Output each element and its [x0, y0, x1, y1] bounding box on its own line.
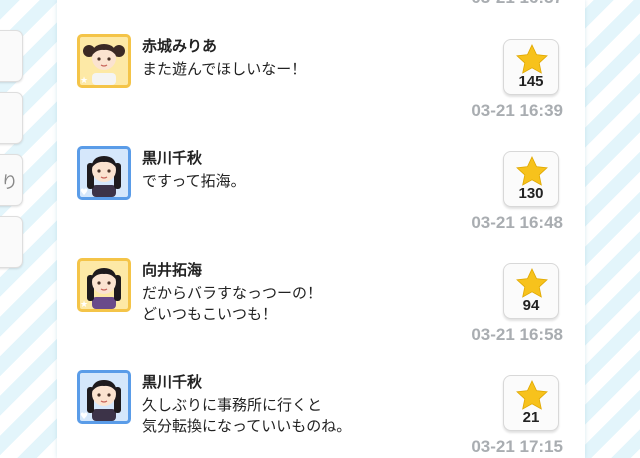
- side-tab-1[interactable]: [0, 30, 23, 82]
- idol-type-icon: ♥: [79, 412, 89, 422]
- like-count: 94: [522, 297, 540, 314]
- comment-message: また遊んでほしいなー！: [142, 59, 306, 80]
- comment-author-name: 黒川千秋: [142, 373, 203, 391]
- comment-timestamp: 03-21 16:39: [471, 101, 563, 120]
- side-tab-label: り: [1, 172, 18, 193]
- comment-message-line: 久しぶりに事務所に行くと: [142, 396, 323, 414]
- chiaki-avatar-icon[interactable]: ♥: [77, 370, 131, 424]
- comment-author-name: 赤城みりあ: [142, 37, 218, 55]
- comment-item: ★ 向井拓海だからバラすなっつーの！ どいつもこいつも！ 94 03-21 16:58: [57, 258, 585, 368]
- comment-message: だからバラすなっつーの！ どいつもこいつも！: [142, 283, 322, 325]
- side-tab-3[interactable]: り: [0, 154, 23, 206]
- side-tab-4[interactable]: [0, 216, 23, 268]
- comment-timestamp: 03-21 17:15: [471, 437, 563, 456]
- miria-avatar-icon[interactable]: ★: [77, 34, 131, 88]
- comment-timestamp: 03-21 16:58: [471, 325, 563, 344]
- comment-item: ♥ 黒川千秋ですって拓海。 130 03-21 16:48: [57, 146, 585, 256]
- idol-type-icon: ♥: [79, 188, 89, 198]
- like-button[interactable]: 21: [503, 375, 559, 431]
- chiaki-avatar-icon[interactable]: ♥: [77, 146, 131, 200]
- like-count: 145: [518, 73, 544, 90]
- comment-item: ★ 赤城みりあまた遊んでほしいなー！ 145 03-21 16:39: [57, 34, 585, 144]
- like-button[interactable]: 145: [503, 39, 559, 95]
- idol-type-icon: ★: [79, 76, 89, 86]
- comment-message: 久しぶりに事務所に行くと気分転換になっていいものね。: [142, 395, 351, 437]
- comment-message-line: どいつもこいつも！: [142, 305, 278, 323]
- comment-timestamp: 03-21 16:48: [471, 213, 563, 232]
- side-tab-2[interactable]: [0, 92, 23, 144]
- comment-message-line: 気分転換になっていいものね。: [142, 417, 352, 435]
- takumi-avatar-icon[interactable]: ★: [77, 258, 131, 312]
- comment-message-line: ですって拓海。: [142, 172, 246, 190]
- like-button[interactable]: 94: [503, 263, 559, 319]
- like-count: 21: [522, 409, 540, 426]
- side-tab-strip: り: [0, 0, 24, 458]
- comment-message: ですって拓海。: [142, 171, 246, 192]
- like-count: 130: [518, 185, 544, 202]
- previous-comment-timestamp: 03-21 16:37: [471, 0, 563, 8]
- comment-author-name: 黒川千秋: [142, 149, 203, 167]
- comment-author-name: 向井拓海: [142, 261, 203, 279]
- like-button[interactable]: 130: [503, 151, 559, 207]
- comment-panel: 03-21 16:37 ★ 赤城みりあまた遊んでほしいなー！ 145 03-21 16…: [57, 0, 585, 458]
- idol-type-icon: ★: [79, 300, 89, 310]
- comment-message-line: また遊んでほしいなー！: [142, 60, 307, 78]
- comment-message-line: だからバラすなっつーの！: [142, 284, 323, 302]
- comment-item: ♥ 黒川千秋久しぶりに事務所に行くと気分転換になっていいものね。 21 03-21 1…: [57, 370, 585, 458]
